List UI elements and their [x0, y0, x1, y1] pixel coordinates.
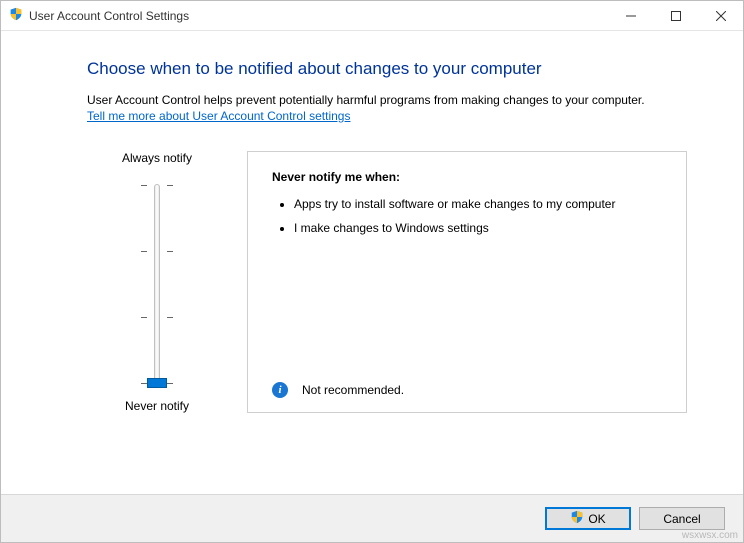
slider-column: Always notify Never notify — [87, 151, 227, 413]
window-controls — [608, 1, 743, 31]
content-area: Choose when to be notified about changes… — [1, 31, 743, 494]
shield-icon — [9, 7, 23, 24]
info-footer: i Not recommended. — [272, 372, 662, 398]
slider-thumb[interactable] — [147, 378, 167, 388]
button-bar: OK Cancel — [1, 494, 743, 542]
info-list: Apps try to install software or make cha… — [272, 196, 662, 244]
close-button[interactable] — [698, 1, 743, 31]
minimize-button[interactable] — [608, 1, 653, 31]
page-heading: Choose when to be notified about changes… — [87, 59, 687, 79]
slider-top-label: Always notify — [122, 151, 192, 165]
window-title: User Account Control Settings — [29, 9, 189, 23]
maximize-button[interactable] — [653, 1, 698, 31]
titlebar: User Account Control Settings — [1, 1, 743, 31]
info-icon: i — [272, 382, 288, 398]
shield-icon — [570, 510, 584, 527]
slider-bottom-label: Never notify — [125, 399, 189, 413]
info-item: I make changes to Windows settings — [294, 220, 662, 236]
cancel-button-label: Cancel — [663, 512, 700, 526]
info-panel: Never notify me when: Apps try to instal… — [247, 151, 687, 413]
watermark: wsxwsx.com — [682, 530, 738, 541]
page-description: User Account Control helps prevent poten… — [87, 93, 687, 107]
ok-button-label: OK — [588, 512, 605, 526]
notification-slider[interactable] — [132, 179, 182, 389]
info-footer-text: Not recommended. — [302, 383, 404, 397]
learn-more-link[interactable]: Tell me more about User Account Control … — [87, 109, 350, 123]
cancel-button[interactable]: Cancel — [639, 507, 725, 530]
uac-settings-window: User Account Control Settings Choose whe… — [0, 0, 744, 543]
info-title: Never notify me when: — [272, 170, 662, 184]
ok-button[interactable]: OK — [545, 507, 631, 530]
body-area: Always notify Never notify Never notify … — [87, 151, 687, 413]
info-item: Apps try to install software or make cha… — [294, 196, 662, 212]
